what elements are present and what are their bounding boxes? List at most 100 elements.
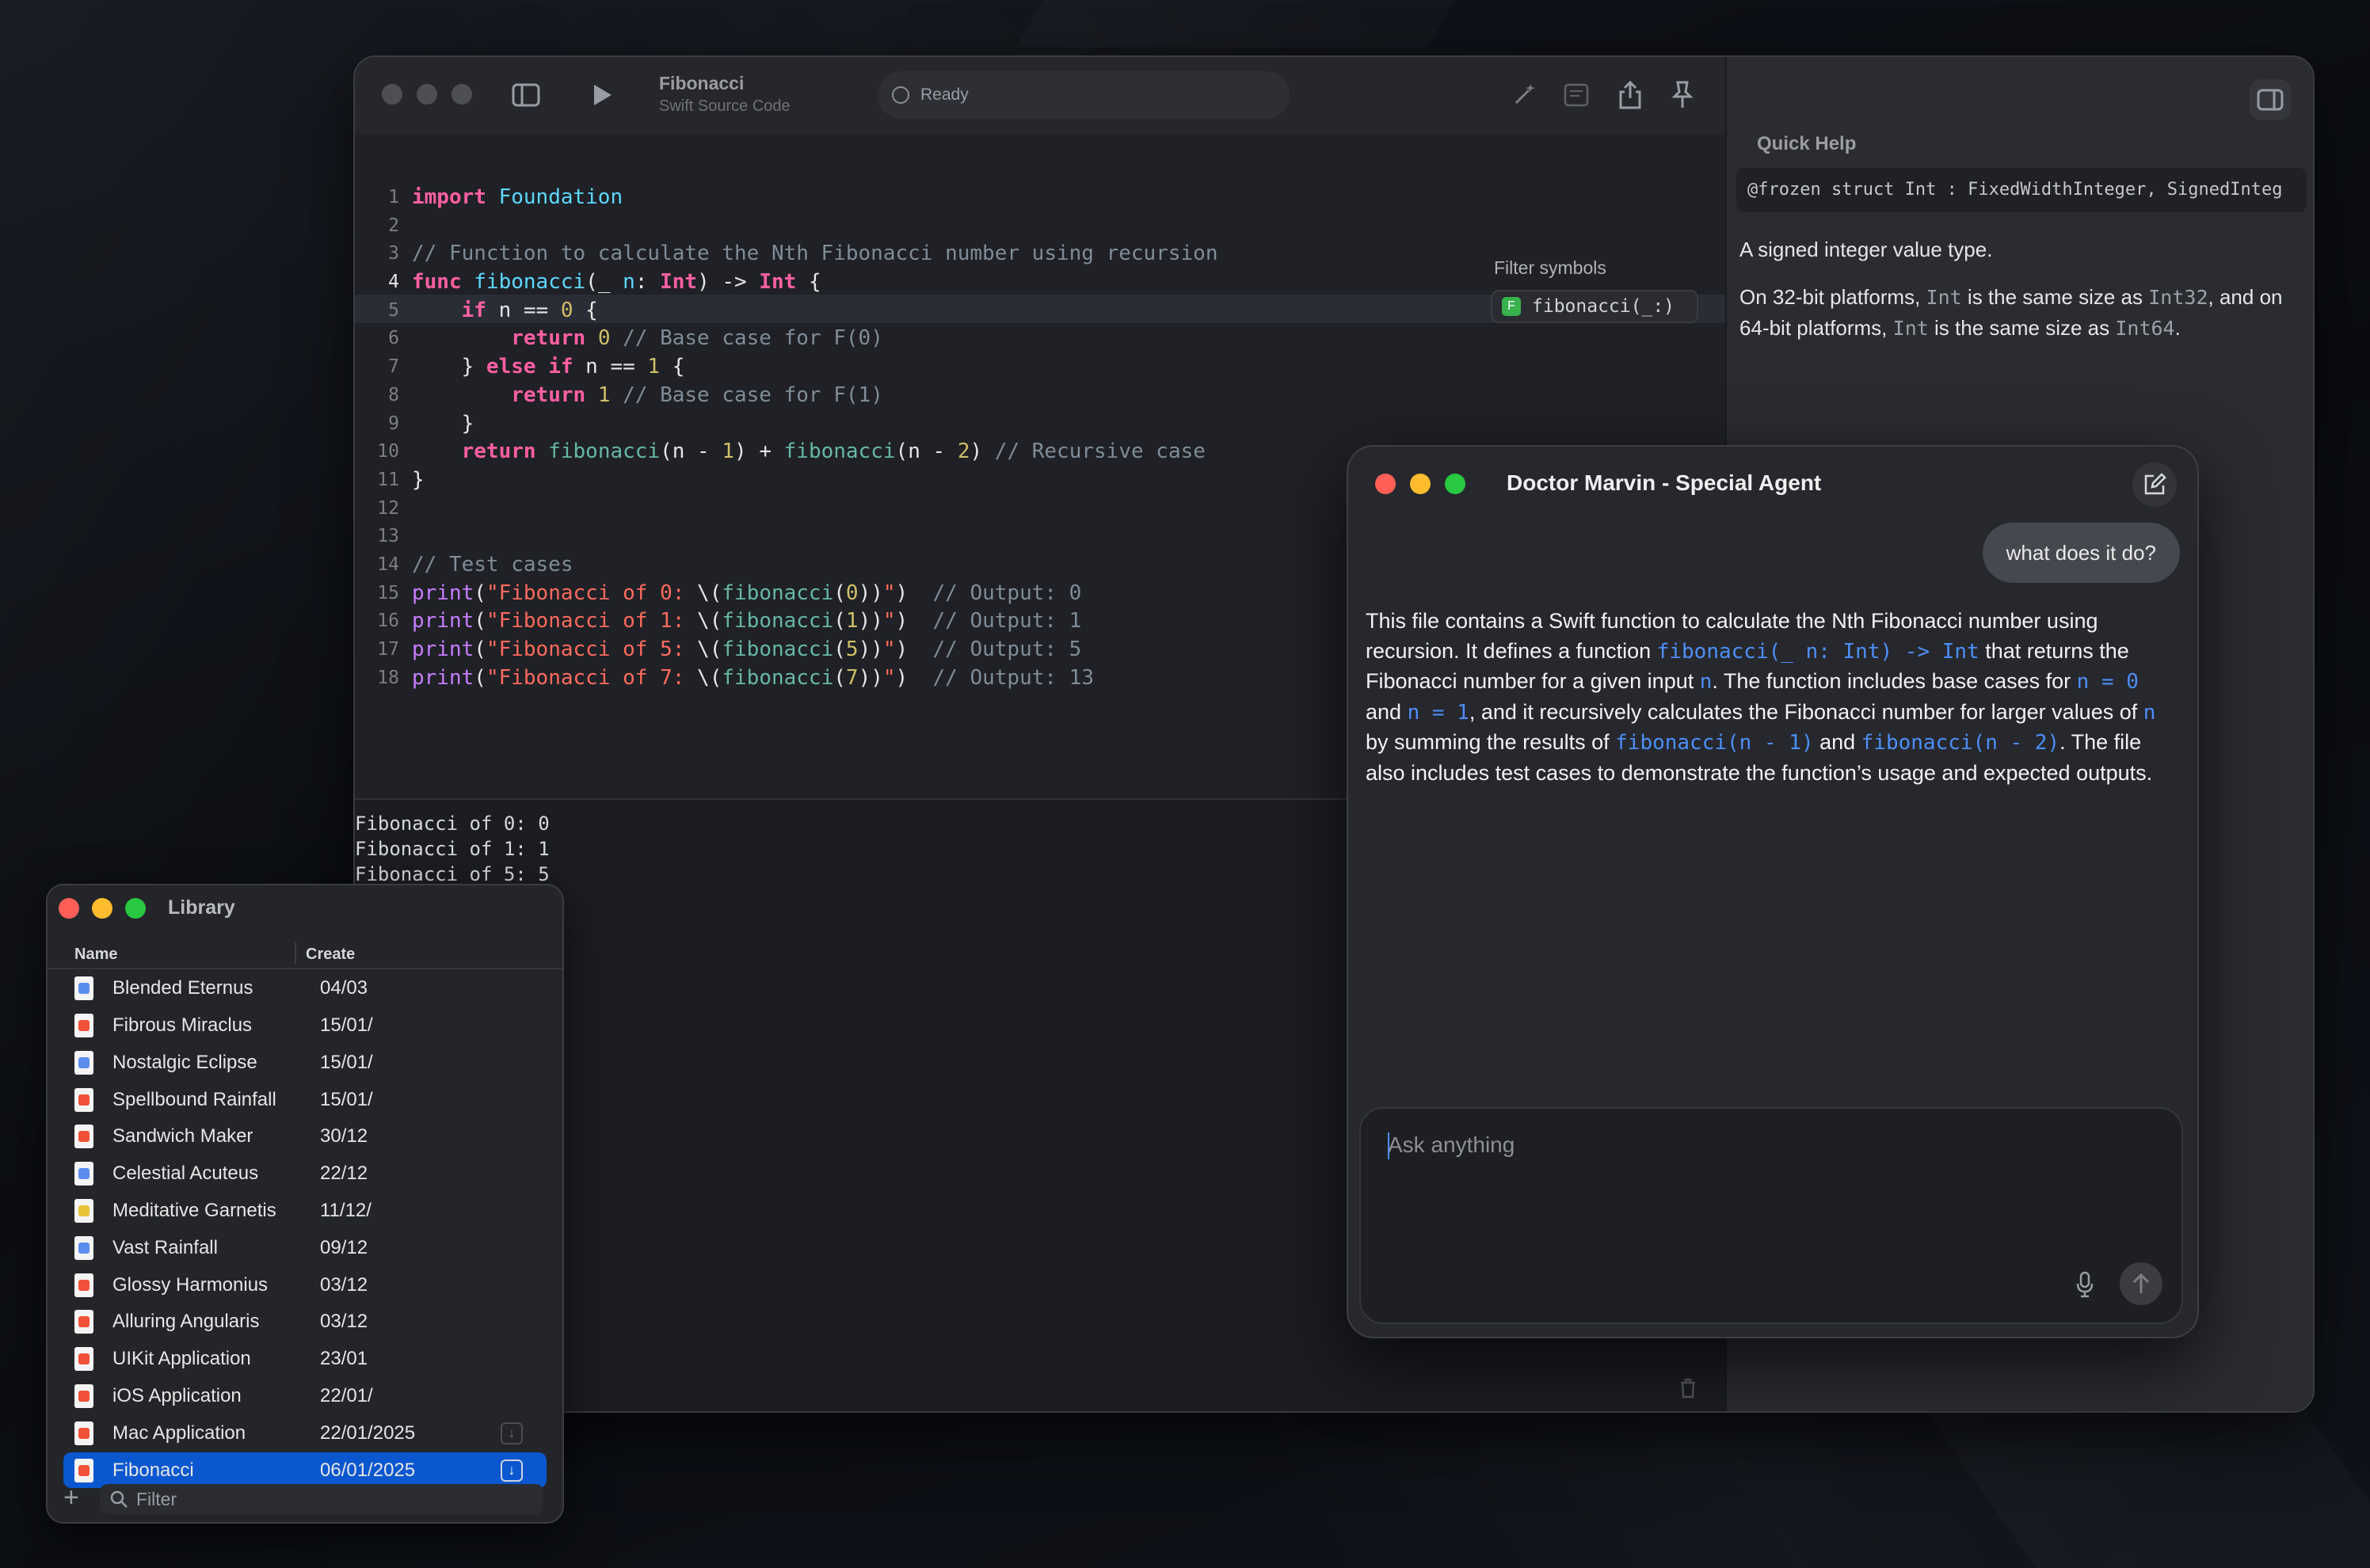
code-line-10: return fibonacci(n - 1) + fibonacci(n - … (461, 440, 1206, 464)
pin-icon[interactable] (1665, 78, 1700, 112)
swift-file-icon (74, 1162, 93, 1186)
library-item-date: 22/12 (320, 1163, 368, 1185)
code-line-8: return 1 // Base case for F(1) (511, 382, 883, 407)
minimize-button[interactable] (417, 84, 437, 105)
summary: A signed integer value type. (1739, 238, 1993, 261)
code-line-5: if n == 0 { (461, 298, 598, 322)
library-row[interactable]: Mac Application 22/01/2025 ↓ (63, 1416, 547, 1452)
library-minimize-button[interactable] (92, 898, 112, 919)
library-row[interactable]: Celestial Acuteus 22/12 (63, 1156, 547, 1192)
library-table-header: Name Create (48, 939, 562, 969)
library-title: Library (168, 896, 235, 919)
status-bar: Ready (878, 71, 1290, 119)
line-number-gutter: 1 2 3 4 5 6 7 8 9 10 11 12 13 14 15 16 17 18 (355, 184, 399, 692)
chat-zoom-button[interactable] (1445, 474, 1465, 494)
code-line-16: print("Fibonacci of 1: \(fibonacci(1))")… (412, 609, 1082, 634)
library-row[interactable]: iOS Application 22/01/ (63, 1379, 547, 1414)
library-item-date: 15/01/ (320, 1088, 373, 1110)
trash-icon[interactable] (1679, 1378, 1697, 1404)
send-button[interactable] (2120, 1262, 2162, 1305)
line-number: 18 (377, 667, 399, 688)
file-name: Fibonacci (659, 73, 745, 93)
code-line-17: print("Fibonacci of 5: \(fibonacci(5))")… (412, 637, 1082, 661)
library-item-date: 30/12 (320, 1125, 368, 1147)
close-button[interactable] (382, 84, 402, 105)
line-number: 14 (377, 554, 399, 575)
library-close-button[interactable] (59, 898, 79, 919)
swift-file-icon (74, 976, 93, 1001)
library-item-date: 09/12 (320, 1236, 368, 1258)
swift-file-icon (74, 1310, 93, 1334)
library-row[interactable]: Spellbound Rainfall 15/01/ (63, 1082, 547, 1117)
line-number: 10 (377, 441, 399, 462)
symbol-item[interactable]: F fibonacci(_:) (1491, 290, 1698, 323)
swift-file-icon (74, 1050, 93, 1075)
library-item-date: 15/01/ (320, 1014, 373, 1037)
chat-input[interactable]: Ask anything (1359, 1107, 2183, 1324)
library-item-date: 15/01/ (320, 1051, 373, 1073)
library-item-name: Blended Eternus (112, 977, 253, 999)
library-item-date: 11/12/ (320, 1200, 372, 1222)
library-row[interactable]: Glossy Harmonius 03/12 (63, 1267, 547, 1303)
swift-file-icon (74, 1273, 93, 1297)
user-message: what does it do? (1982, 523, 2180, 583)
line-number: 16 (377, 611, 399, 632)
library-item-name: Sandwich Maker (112, 1125, 253, 1147)
library-row[interactable]: Vast Rainfall 09/12 (63, 1231, 547, 1266)
microphone-icon[interactable] (2069, 1269, 2101, 1300)
line-number: 15 (377, 582, 399, 603)
line-number: 11 (377, 469, 399, 490)
share-icon[interactable] (1613, 78, 1648, 112)
console-line: Fibonacci of 0: 0 (355, 813, 550, 835)
chat-input-placeholder: Ask anything (1388, 1132, 1515, 1157)
code-line-14: // Test cases (412, 552, 573, 577)
add-icon[interactable]: + (63, 1482, 79, 1513)
chat-minimize-button[interactable] (1410, 474, 1431, 494)
sidebar-toggle-icon[interactable] (509, 78, 543, 112)
function-symbol-icon: F (1502, 297, 1521, 316)
background-shard (1016, 0, 1456, 48)
library-item-name: Vast Rainfall (112, 1236, 218, 1258)
swift-file-icon (74, 1421, 93, 1445)
line-number: 7 (388, 356, 399, 378)
library-item-date: 03/12 (320, 1273, 368, 1296)
library-row[interactable]: Meditative Garnetis 11/12/ (63, 1193, 547, 1229)
search-icon (110, 1490, 128, 1508)
run-icon[interactable] (585, 78, 619, 112)
download-icon[interactable]: ↓ (501, 1421, 523, 1444)
library-row[interactable]: Nostalgic Eclipse 15/01/ (63, 1045, 547, 1081)
quick-help-heading: Quick Help (1757, 133, 1857, 154)
column-header-created[interactable]: Create (306, 946, 355, 964)
library-row[interactable]: Alluring Angularis 03/12 (63, 1304, 547, 1340)
library-row[interactable]: UIKit Application 23/01 (63, 1342, 547, 1377)
symbol-name: fibonacci(_:) (1532, 296, 1675, 317)
filter-symbols-label: Filter symbols (1494, 257, 1606, 278)
swift-file-icon (74, 1125, 93, 1149)
code-line-1: import Foundation (412, 185, 623, 209)
discussion: On 32-bit platforms, Int is the same siz… (1739, 285, 2283, 340)
code-line-6: return 0 // Base case for F(0) (511, 326, 883, 351)
library-row[interactable]: Fibrous Miraclus 15/01/ (63, 1008, 547, 1044)
library-item-date: 03/12 (320, 1311, 368, 1333)
new-chat-icon[interactable] (2132, 462, 2177, 507)
library-row[interactable]: Blended Eternus 04/03 (63, 971, 547, 1007)
library-filter[interactable]: Filter (100, 1484, 543, 1514)
chat-close-button[interactable] (1375, 474, 1396, 494)
swift-file-icon (74, 1384, 93, 1409)
column-header-name[interactable]: Name (74, 946, 117, 964)
source-code[interactable]: import Foundation // Function to calcula… (412, 184, 1217, 692)
status-text: Ready (920, 86, 969, 104)
library-item-date: 22/01/ (320, 1385, 373, 1407)
line-number: 5 (388, 299, 399, 321)
line-number: 8 (388, 384, 399, 405)
library-row[interactable]: Sandwich Maker 30/12 (63, 1119, 547, 1155)
minimap-icon[interactable] (1559, 78, 1594, 112)
assistant-answer: This file contains a Swift function to c… (1366, 609, 2156, 785)
library-zoom-button[interactable] (125, 898, 146, 919)
line-number: 9 (388, 413, 399, 434)
status-icon (892, 86, 909, 104)
inspector-toggle-icon[interactable] (2250, 79, 2291, 120)
magic-wand-icon[interactable] (1507, 78, 1541, 112)
zoom-button[interactable] (452, 84, 472, 105)
